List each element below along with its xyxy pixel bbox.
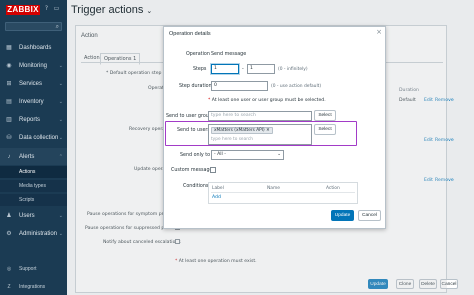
condition-action-column: Action (326, 186, 340, 191)
condition-name-column: Name (267, 186, 280, 191)
sub-item-actions[interactable]: Actions (0, 166, 67, 178)
nav-item-reports[interactable]: ▥ Reports ⌄ (0, 111, 67, 128)
nav-item-services[interactable]: ⊞ Services ⌄ (0, 75, 67, 92)
conditions-label: Conditions (183, 184, 209, 189)
nav-item-users[interactable]: ♟ Users ⌄ (0, 207, 67, 224)
sidebar: ZABBIX ? ▭ ⌕ ▦ Dashboards ◉ Monitoring ⌄ ⊞ S… (0, 0, 67, 295)
page-title[interactable]: Trigger actions ⌄ (71, 4, 152, 16)
users-search-input[interactable]: type here to search (211, 137, 253, 142)
step-duration-label: Step duration (179, 84, 212, 89)
nav-item-dashboards[interactable]: ▦ Dashboards (0, 39, 67, 56)
add-condition-link[interactable]: Add (212, 195, 221, 200)
users-icon: ♟ (6, 213, 12, 219)
inventory-icon: ▤ (6, 99, 12, 105)
steps-dash: - (242, 67, 244, 72)
step-duration-hint: (0 - use action default) (271, 84, 322, 89)
sidebar-search-input[interactable]: ⌕ (5, 22, 62, 31)
chevron-down-icon: ⌄ (146, 8, 153, 15)
data-collection-icon: ⛁ (6, 135, 12, 141)
chevron-down-icon: ⌄ (58, 212, 63, 219)
nav-item-integrations[interactable]: Z Integrations (0, 281, 67, 293)
services-icon: ⊞ (6, 81, 12, 87)
steps-from-input[interactable]: 1 (211, 64, 239, 74)
remove-tag-icon[interactable]: ✕ (266, 128, 270, 133)
chevron-down-icon: ⌄ (58, 62, 63, 69)
select-user-groups-button[interactable]: Select (314, 110, 336, 121)
dashboard-icon: ▦ (6, 45, 12, 51)
sub-item-scripts[interactable]: Scripts (0, 194, 67, 206)
modal-title: Operation details (169, 31, 211, 37)
send-only-to-label: Send only to (180, 153, 211, 158)
select-users-button[interactable]: Select (314, 124, 336, 135)
steps-to-input[interactable]: 1 (247, 64, 275, 74)
zabbix-logo[interactable]: ZABBIX (6, 5, 40, 15)
eye-icon: ◉ (6, 63, 12, 69)
custom-message-checkbox[interactable] (210, 167, 216, 173)
gear-icon: ⚙ (6, 231, 12, 237)
bell-icon: ♪ (7, 153, 11, 160)
nav-item-alerts[interactable]: ♪ Alerts ⌃ (0, 148, 67, 165)
integrations-icon: Z (7, 284, 11, 290)
question-icon[interactable]: ? (43, 5, 50, 12)
operation-label: Operation (186, 52, 210, 57)
modal-cancel-button[interactable]: Cancel (358, 210, 381, 221)
nav-item-administration[interactable]: ⚙ Administration ⌄ (0, 225, 67, 242)
chevron-down-icon: ⌄ (58, 116, 63, 123)
users-multiselect[interactable]: xMatters (xMatters API) ✕ type here to s… (208, 124, 312, 145)
chevron-down-icon: ⌄ (58, 80, 63, 87)
chevron-down-icon: ⌄ (277, 152, 281, 157)
conditions-divider (211, 192, 355, 193)
reports-icon: ▥ (6, 117, 12, 123)
user-groups-search-input[interactable]: type here to search (208, 111, 312, 121)
chevron-down-icon: ⌄ (58, 134, 63, 141)
send-to-users-label: Send to users (177, 128, 210, 133)
sub-item-media-types[interactable]: Media types (0, 180, 67, 192)
chevron-down-icon: ⌄ (58, 98, 63, 105)
nav-item-support[interactable]: ◎ Support (0, 263, 67, 275)
send-only-to-select[interactable]: - All - ⌄ (211, 150, 284, 160)
nav-item-data-collection[interactable]: ⛁ Data collection ⌄ (0, 129, 67, 146)
custom-message-label: Custom message (171, 168, 213, 173)
search-icon: ⌕ (55, 23, 59, 30)
steps-hint: (0 - infinitely) (278, 67, 308, 72)
conditions-table: Label Name Action Add (208, 182, 358, 204)
nav-item-monitoring[interactable]: ◉ Monitoring ⌄ (0, 57, 67, 74)
close-icon[interactable]: × (376, 28, 382, 36)
nav-item-inventory[interactable]: ▤ Inventory ⌄ (0, 93, 67, 110)
step-duration-input[interactable]: 0 (211, 81, 268, 91)
condition-label-column: Label (212, 186, 224, 191)
steps-label: Steps (193, 67, 207, 72)
support-icon: ◎ (6, 266, 12, 272)
selected-user-tag: xMatters (xMatters API) ✕ (211, 127, 273, 134)
user-group-required-warning: * At least one user or user group must b… (208, 98, 326, 103)
chevron-up-icon: ⌃ (58, 153, 63, 160)
collapse-sidebar-icon[interactable]: ▭ (53, 5, 60, 12)
modal-update-button[interactable]: Update (331, 210, 354, 221)
chevron-down-icon: ⌄ (58, 230, 63, 237)
operation-value: Send message (211, 52, 247, 57)
